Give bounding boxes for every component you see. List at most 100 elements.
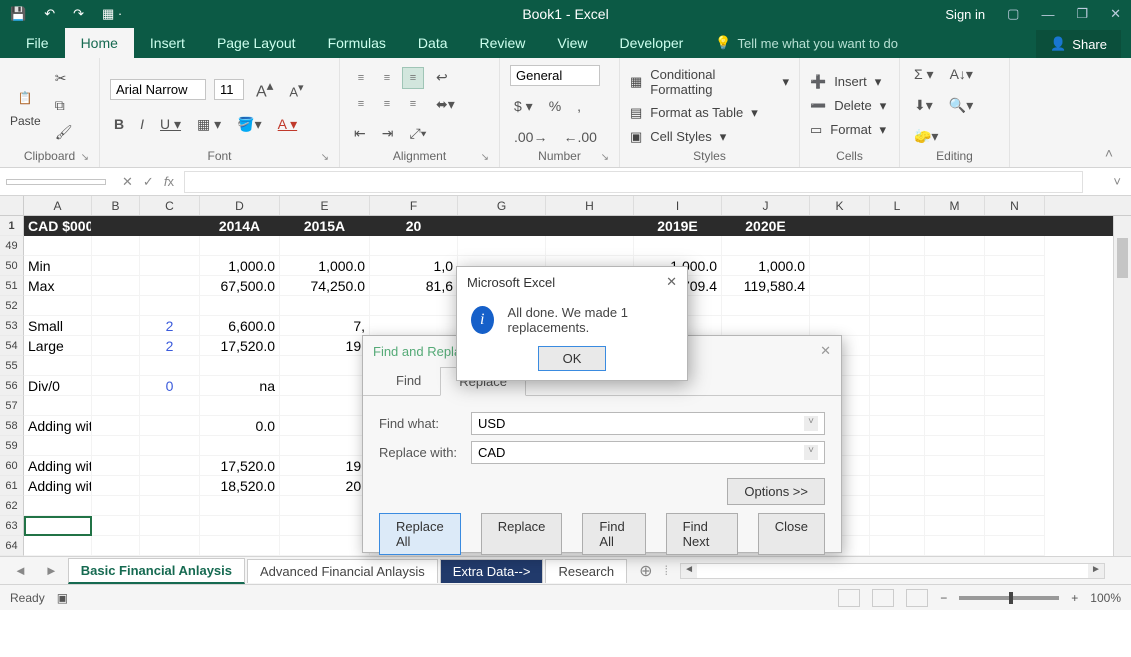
cell[interactable] xyxy=(985,276,1045,296)
cell[interactable] xyxy=(140,236,200,256)
cell[interactable] xyxy=(870,376,925,396)
cell[interactable] xyxy=(546,236,634,256)
cell[interactable] xyxy=(92,316,140,336)
cell[interactable]: 119,580.4 xyxy=(722,276,810,296)
cell[interactable]: 6,600.0 xyxy=(200,316,280,336)
cell[interactable] xyxy=(870,476,925,496)
cell[interactable] xyxy=(92,496,140,516)
formula-input[interactable] xyxy=(184,171,1083,193)
autosum-icon[interactable]: Σ ▾ xyxy=(910,64,938,85)
fill-color-icon[interactable]: 🪣▾ xyxy=(233,114,265,135)
row-header[interactable]: 59 xyxy=(0,436,24,456)
cell[interactable] xyxy=(870,256,925,276)
cell[interactable] xyxy=(370,296,458,316)
tab-formulas[interactable]: Formulas xyxy=(312,28,402,58)
cell[interactable] xyxy=(24,436,92,456)
cell[interactable] xyxy=(810,236,870,256)
row-header[interactable]: 62 xyxy=(0,496,24,516)
col-header[interactable]: N xyxy=(985,196,1045,215)
row-header[interactable]: 53 xyxy=(0,316,24,336)
cell[interactable] xyxy=(24,396,92,416)
cell[interactable] xyxy=(925,456,985,476)
cell[interactable] xyxy=(92,436,140,456)
cell[interactable] xyxy=(985,236,1045,256)
row-header[interactable]: 50 xyxy=(0,256,24,276)
tab-file[interactable]: File xyxy=(10,28,65,58)
increase-decimal-icon[interactable]: .00→ xyxy=(510,127,551,147)
cell[interactable]: Div/0 xyxy=(24,376,92,396)
cell[interactable] xyxy=(140,516,200,536)
cell[interactable] xyxy=(140,436,200,456)
cell[interactable] xyxy=(870,316,925,336)
cell[interactable] xyxy=(925,536,985,556)
cell[interactable] xyxy=(985,356,1045,376)
sheet-tab-research[interactable]: Research xyxy=(545,559,627,583)
cell[interactable] xyxy=(280,516,370,536)
decrease-indent-icon[interactable]: ⇤ xyxy=(350,123,370,144)
macro-record-icon[interactable]: ▣ xyxy=(57,591,68,605)
cell[interactable] xyxy=(985,416,1045,436)
col-header[interactable]: A xyxy=(24,196,92,215)
row-header[interactable]: 57 xyxy=(0,396,24,416)
cell[interactable] xyxy=(140,216,200,236)
row-header[interactable]: 1 xyxy=(0,216,24,236)
cell[interactable] xyxy=(925,296,985,316)
row-header[interactable]: 63 xyxy=(0,516,24,536)
zoom-out-icon[interactable]: − xyxy=(940,591,947,605)
zoom-level[interactable]: 100% xyxy=(1090,591,1121,605)
cell[interactable] xyxy=(140,496,200,516)
cell[interactable] xyxy=(458,216,546,236)
save-icon[interactable]: 💾 xyxy=(10,6,26,22)
cell[interactable] xyxy=(985,456,1045,476)
cell[interactable] xyxy=(200,536,280,556)
cell[interactable] xyxy=(870,236,925,256)
cell[interactable] xyxy=(24,516,92,536)
borders-icon[interactable]: ▦ ▾ xyxy=(193,114,225,135)
cell[interactable] xyxy=(140,256,200,276)
row-header[interactable]: 55 xyxy=(0,356,24,376)
cell[interactable] xyxy=(280,376,370,396)
cell[interactable] xyxy=(722,316,810,336)
replace-with-input[interactable]: CAD˅ xyxy=(471,441,825,464)
cell[interactable] xyxy=(870,276,925,296)
col-header[interactable]: F xyxy=(370,196,458,215)
cell[interactable] xyxy=(140,356,200,376)
zoom-in-icon[interactable]: + xyxy=(1071,591,1078,605)
cell[interactable] xyxy=(140,276,200,296)
row-header[interactable]: 58 xyxy=(0,416,24,436)
tab-home[interactable]: Home xyxy=(65,28,134,58)
cell[interactable]: 17,520.0 xyxy=(200,456,280,476)
cell[interactable] xyxy=(810,256,870,276)
col-header[interactable]: B xyxy=(92,196,140,215)
cell[interactable] xyxy=(24,496,92,516)
col-header[interactable]: M xyxy=(925,196,985,215)
alignment-dialog-icon[interactable]: ↘ xyxy=(481,152,489,163)
cut-icon[interactable]: ✂ xyxy=(51,68,77,89)
col-header[interactable]: C xyxy=(140,196,200,215)
increase-font-icon[interactable]: A▴ xyxy=(252,76,277,103)
cell[interactable] xyxy=(925,516,985,536)
cell[interactable] xyxy=(92,356,140,376)
cell[interactable]: 1,000.0 xyxy=(280,256,370,276)
cell[interactable] xyxy=(458,236,546,256)
replace-button[interactable]: Replace xyxy=(481,513,563,555)
select-all-corner[interactable] xyxy=(0,196,24,215)
col-header[interactable]: G xyxy=(458,196,546,215)
cell[interactable] xyxy=(985,436,1045,456)
cell[interactable] xyxy=(870,336,925,356)
cell[interactable] xyxy=(92,296,140,316)
cell[interactable] xyxy=(925,256,985,276)
cell[interactable] xyxy=(200,396,280,416)
cell[interactable] xyxy=(200,356,280,376)
sheet-tab-extra[interactable]: Extra Data--> xyxy=(440,559,544,583)
cell[interactable]: Adding with an error xyxy=(24,416,92,436)
bold-button[interactable]: B xyxy=(110,114,128,134)
clipboard-dialog-icon[interactable]: ↘ xyxy=(81,152,89,163)
wrap-text-icon[interactable]: ↩ xyxy=(432,67,459,88)
sheet-nav-next-icon[interactable]: ► xyxy=(37,563,66,578)
find-all-button[interactable]: Find All xyxy=(582,513,645,555)
font-dialog-icon[interactable]: ↘ xyxy=(321,152,329,163)
number-dialog-icon[interactable]: ↘ xyxy=(601,152,609,163)
cell[interactable] xyxy=(985,496,1045,516)
increase-indent-icon[interactable]: ⇥ xyxy=(378,123,398,144)
